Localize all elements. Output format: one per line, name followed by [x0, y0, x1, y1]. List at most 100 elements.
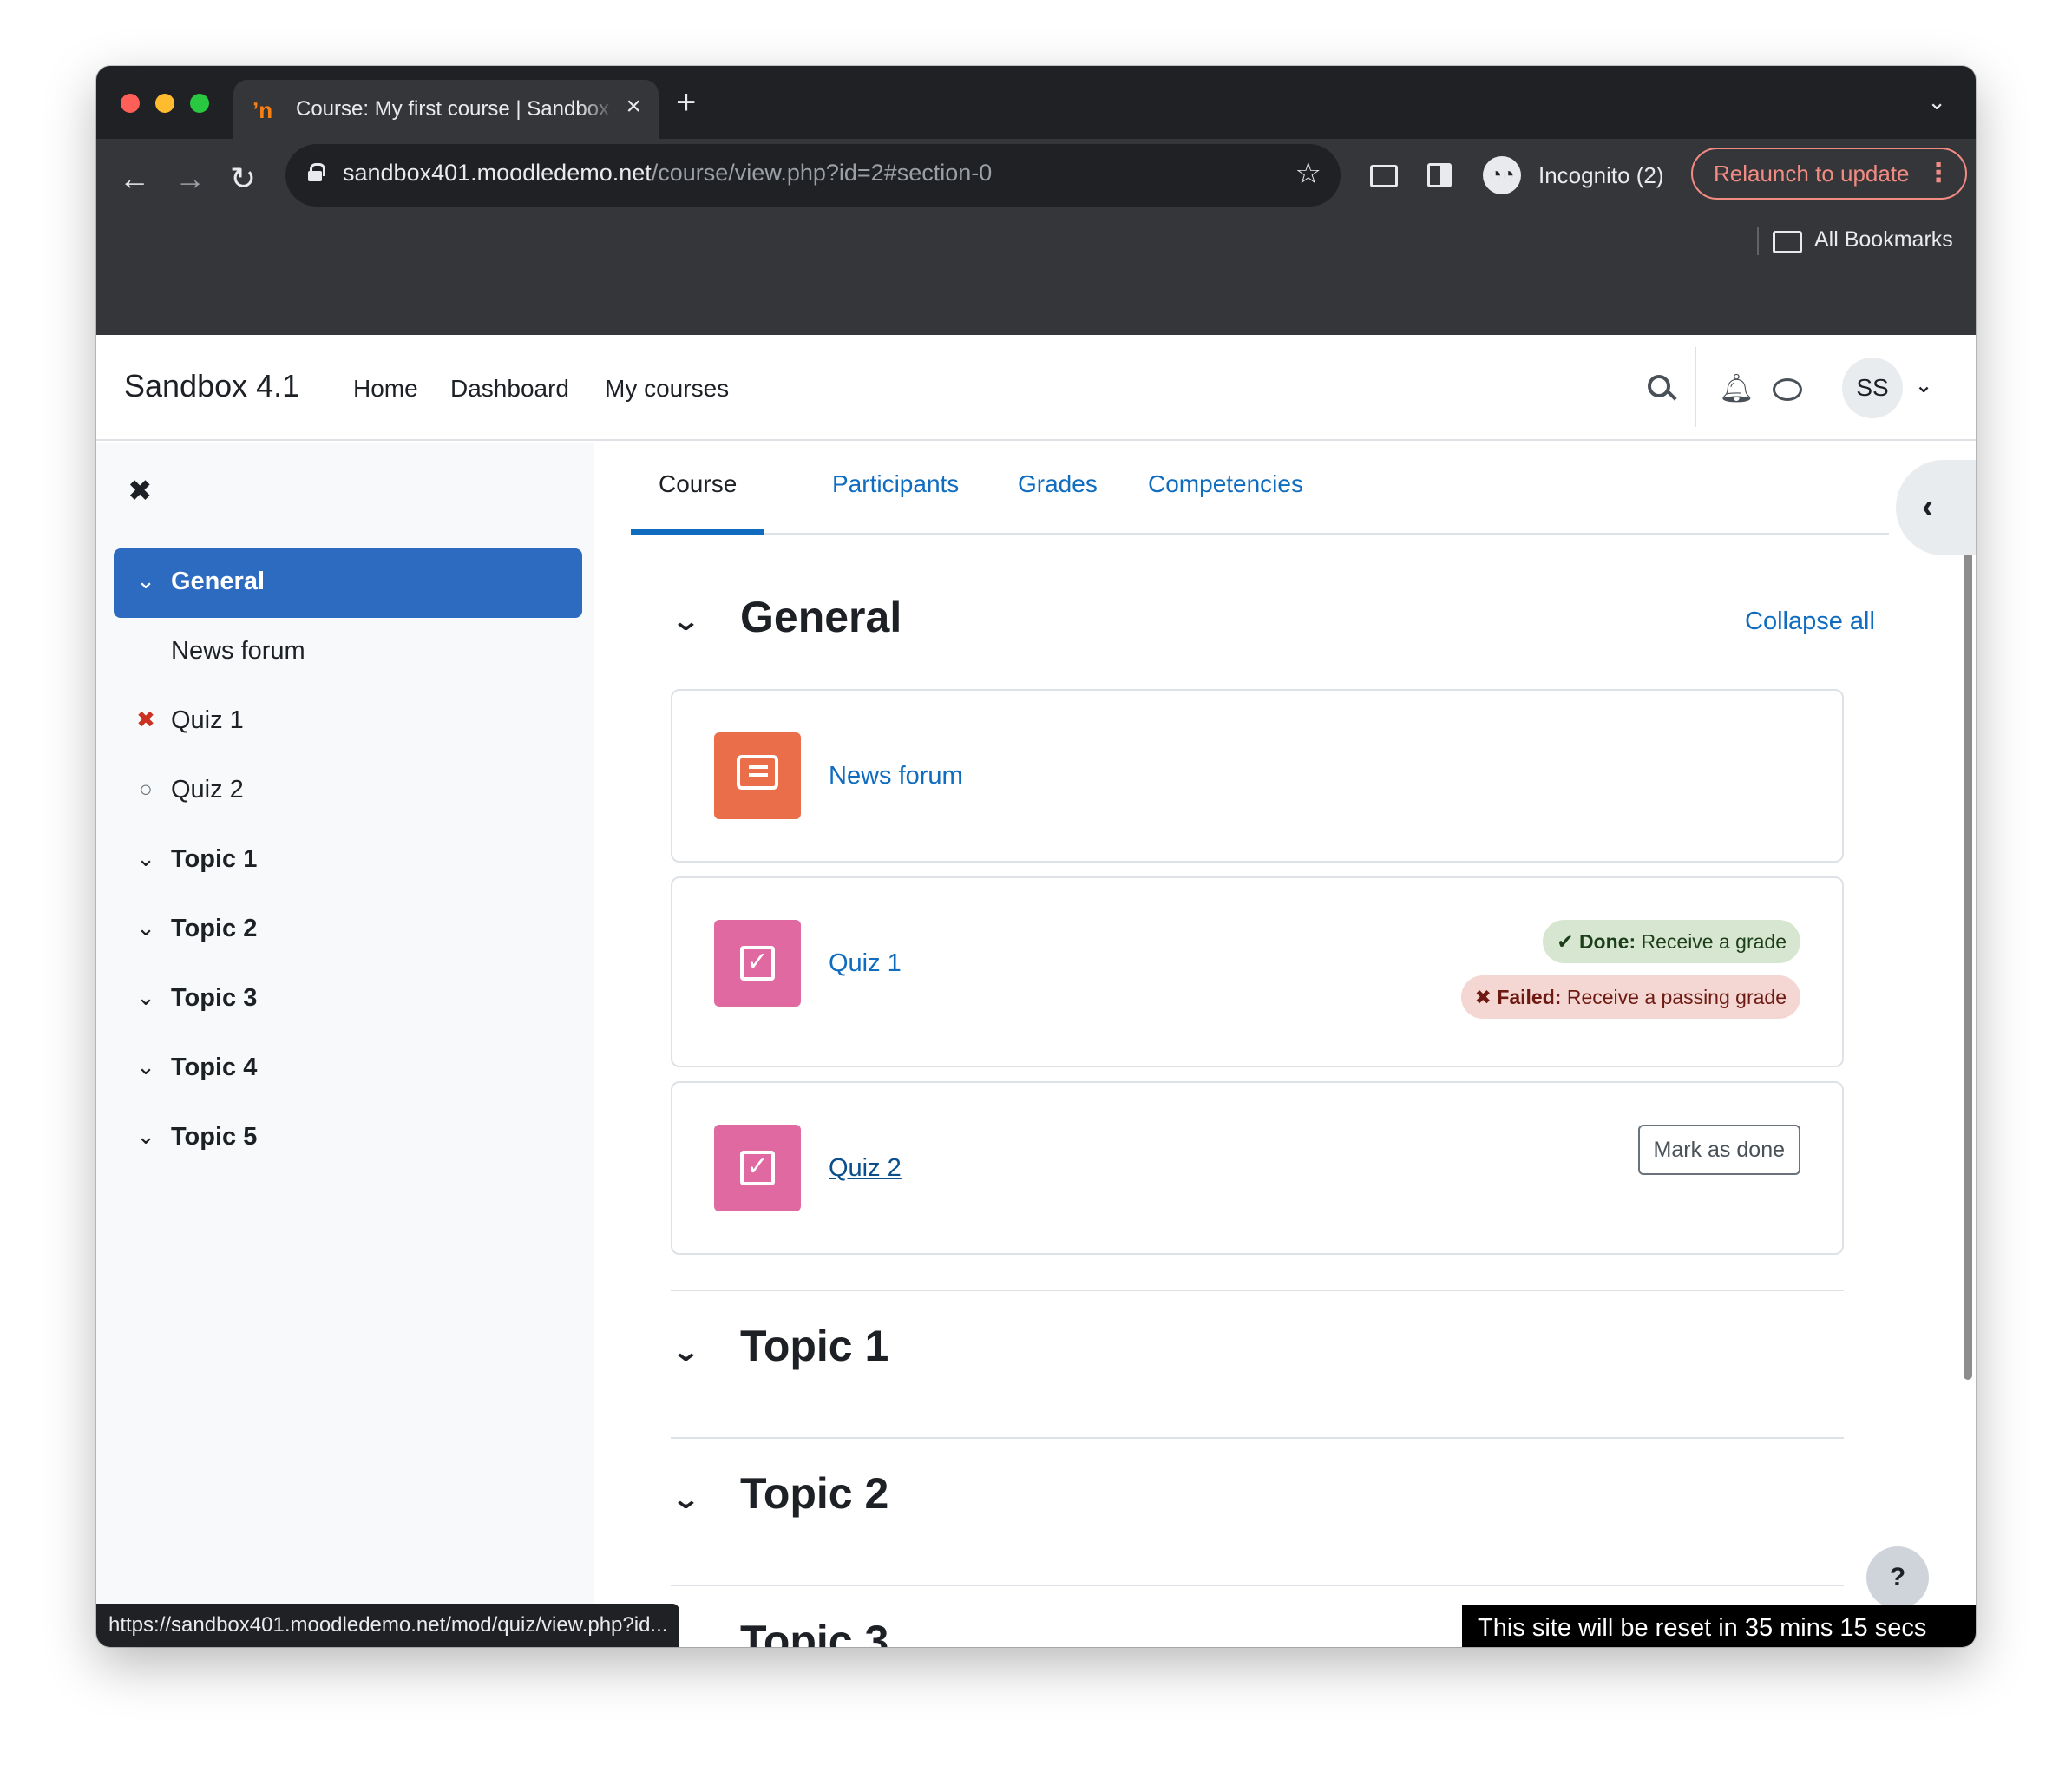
forward-arrow-icon[interactable]: → [174, 163, 206, 194]
activity-quiz-2: ✓ Quiz 2 Mark as done [671, 1081, 1844, 1255]
minimize-window-button[interactable] [155, 94, 174, 113]
course-index-quiz-1[interactable]: ✖ Quiz 1 [114, 687, 582, 757]
browser-toolbar: ← → ↻ sandbox401.moodledemo.net/course/v… [96, 139, 1976, 335]
course-index-general[interactable]: ⌄ General [114, 548, 582, 618]
tab-competencies[interactable]: Competencies [1120, 462, 1331, 535]
course-index-topic-2[interactable]: ⌄ Topic 2 [114, 896, 582, 965]
forum-glyph [737, 755, 778, 790]
status-url-bubble: https://sandbox401.moodledemo.net/mod/qu… [96, 1604, 680, 1647]
activity-quiz-1: ✓ Quiz 1 ✔ Done: Receive a grade ✖ Faile… [671, 876, 1844, 1067]
chevron-down-icon[interactable]: ⌄ [133, 845, 159, 872]
browser-window: ʼn Course: My first course | Sandbox 4.1… [96, 66, 1976, 1647]
user-menu-chevron-icon[interactable]: ⌄ [1915, 373, 1932, 398]
help-button[interactable]: ? [1866, 1546, 1929, 1609]
nav-dashboard-link[interactable]: Dashboard [450, 375, 569, 403]
chevron-down-icon[interactable]: ⌄ [133, 984, 159, 1011]
relaunch-button[interactable]: Relaunch to update ⋮ [1691, 148, 1967, 200]
mark-as-done-button[interactable]: Mark as done [1637, 1125, 1800, 1175]
bookmark-star-icon[interactable]: ☆ [1295, 156, 1321, 191]
nav-home-link[interactable]: Home [353, 375, 418, 403]
site-brand[interactable]: Sandbox 4.1 [124, 368, 299, 404]
scrollbar[interactable] [1964, 547, 1972, 1380]
page-content: Sandbox 4.1 Home Dashboard My courses 🔔︎… [96, 335, 1976, 1647]
back-arrow-icon[interactable]: ← [119, 163, 150, 194]
activity-link[interactable]: Quiz 2 [829, 1154, 902, 1183]
close-tab-icon[interactable]: × [626, 92, 641, 121]
chevron-down-icon[interactable]: ⌄ [133, 1123, 159, 1150]
quiz-glyph: ✓ [740, 1151, 775, 1185]
course-index-drawer: ✖ ⌄ General News forum ✖ Quiz 1 ○ Quiz 2… [96, 443, 594, 1647]
reset-notice: This site will be reset in 35 mins 15 se… [1462, 1605, 1976, 1647]
address-bar[interactable]: sandbox401.moodledemo.net/course/view.ph… [285, 144, 1341, 207]
course-index-label: Topic 3 [171, 984, 258, 1012]
failed-x-icon: ✖ [136, 706, 155, 732]
status-badge: ✖ Failed: Receive a passing grade [1460, 975, 1800, 1019]
navbar-divider [1695, 347, 1696, 427]
reload-icon[interactable]: ↻ [230, 163, 256, 194]
chevron-left-icon: ‹ [1922, 488, 1934, 526]
more-menu-icon[interactable]: ⋮ [1925, 149, 1951, 198]
messages-icon[interactable] [1773, 378, 1802, 401]
incognito-icon: ◔◔ [1483, 156, 1521, 194]
activity-link[interactable]: News forum [829, 762, 963, 791]
chevron-down-icon[interactable]: ⌄ [671, 1482, 701, 1515]
search-icon[interactable] [1648, 375, 1670, 397]
tab-grades[interactable]: Grades [990, 462, 1125, 535]
quiz-glyph: ✓ [740, 946, 775, 981]
course-index-label: Topic 4 [171, 1053, 258, 1081]
incomplete-circle-icon: ○ [139, 776, 153, 802]
bookmarks-separator [1757, 227, 1759, 255]
course-index-label: Topic 2 [171, 915, 258, 942]
section-divider [671, 1585, 1844, 1586]
maximize-window-button[interactable] [190, 94, 209, 113]
quiz-icon: ✓ [714, 1125, 801, 1211]
incognito-indicator[interactable]: ◔◔ Incognito (2) [1474, 148, 1683, 203]
forum-icon [714, 732, 801, 819]
section-title: General [740, 593, 902, 641]
nav-my-courses-link[interactable]: My courses [605, 375, 729, 403]
course-index-topic-5[interactable]: ⌄ Topic 5 [114, 1104, 582, 1173]
side-panel-icon[interactable] [1427, 163, 1452, 187]
course-index-topic-4[interactable]: ⌄ Topic 4 [114, 1034, 582, 1104]
course-index-label: Topic 5 [171, 1123, 258, 1151]
incognito-label: Incognito (2) [1538, 162, 1664, 188]
section-title: Topic 2 [740, 1469, 889, 1518]
chevron-down-icon[interactable]: ⌄ [671, 604, 701, 637]
course-index-label: News forum [171, 637, 305, 665]
url-text: sandbox401.moodledemo.net/course/view.ph… [343, 160, 993, 186]
avatar[interactable]: SS [1842, 358, 1903, 418]
new-tab-icon[interactable]: + [676, 85, 696, 120]
course-index-label: Quiz 1 [171, 706, 244, 734]
quiz-icon: ✓ [714, 920, 801, 1007]
relaunch-label: Relaunch to update [1714, 161, 1910, 187]
chevron-down-icon[interactable]: ⌄ [133, 915, 159, 942]
tab-title: Course: My first course | Sandbox 4.1 [296, 97, 617, 121]
browser-tab[interactable]: ʼn Course: My first course | Sandbox 4.1… [233, 80, 659, 139]
cast-icon[interactable] [1370, 165, 1398, 187]
chevron-down-icon[interactable]: ⌄ [133, 1053, 159, 1080]
tab-course[interactable]: Course [631, 462, 765, 535]
activity-news-forum: News forum [671, 689, 1844, 863]
moodle-icon: ʼn [252, 97, 273, 123]
close-drawer-icon[interactable]: ✖ [128, 474, 153, 509]
status-badge: ✔ Done: Receive a grade [1543, 920, 1800, 963]
course-index-topic-1[interactable]: ⌄ Topic 1 [114, 826, 582, 896]
section-divider [671, 1290, 1844, 1291]
close-window-button[interactable] [121, 94, 140, 113]
collapse-all-link[interactable]: Collapse all [1745, 607, 1875, 636]
all-bookmarks-link[interactable]: All Bookmarks [1814, 227, 1953, 253]
tab-participants[interactable]: Participants [804, 462, 987, 535]
chevron-down-icon[interactable]: ⌄ [671, 1335, 701, 1368]
course-tabs: Course Participants Grades Competencies [631, 443, 1889, 535]
course-index-quiz-2[interactable]: ○ Quiz 2 [114, 757, 582, 826]
course-index-news-forum[interactable]: News forum [114, 618, 582, 687]
site-navbar: Sandbox 4.1 Home Dashboard My courses 🔔︎… [96, 335, 1976, 441]
folder-icon [1773, 231, 1802, 253]
tab-search-chevron-icon[interactable]: ⌄ [1927, 89, 1946, 115]
chevron-down-icon[interactable]: ⌄ [133, 568, 159, 594]
course-index-label: General [171, 568, 265, 595]
course-index-label: Quiz 2 [171, 776, 244, 804]
notifications-bell-icon[interactable]: 🔔︎ [1719, 371, 1754, 404]
course-index-topic-3[interactable]: ⌄ Topic 3 [114, 965, 582, 1034]
activity-link[interactable]: Quiz 1 [829, 949, 902, 978]
